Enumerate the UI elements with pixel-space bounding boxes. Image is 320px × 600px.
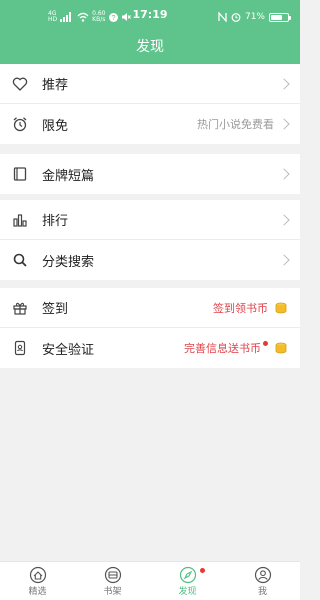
row-right: 热门小说免费看 bbox=[197, 116, 290, 132]
battery-percent: 71% bbox=[244, 12, 265, 22]
menu-item-label: 限免 bbox=[42, 118, 69, 134]
tab-discover[interactable]: 发现 bbox=[150, 562, 225, 600]
row-right bbox=[278, 168, 290, 180]
tab-label: 精选 bbox=[28, 586, 47, 597]
chevron-right-icon bbox=[278, 168, 290, 180]
chevron-right-icon bbox=[278, 213, 290, 226]
bar-chart-icon bbox=[12, 212, 28, 228]
tab-featured[interactable]: 精选 bbox=[0, 562, 75, 600]
phone-icon bbox=[12, 340, 28, 356]
tab-label: 书架 bbox=[103, 586, 122, 597]
chevron-right-icon bbox=[278, 77, 290, 90]
header: 4G HD 0.60 KB/s ? 17:19 71% 发现 bbox=[0, 0, 300, 64]
bookshelf-icon bbox=[104, 566, 121, 583]
menu-item-label: 金牌短篇 bbox=[42, 168, 95, 184]
row-right bbox=[278, 254, 290, 266]
menu-item-ranking[interactable]: 排行 bbox=[0, 200, 300, 240]
menu-item-label: 分类搜索 bbox=[42, 254, 95, 270]
row-right: 签到领书币 bbox=[213, 300, 288, 316]
nfc-icon bbox=[218, 12, 227, 22]
search-icon bbox=[12, 252, 28, 268]
menu-item-label: 推荐 bbox=[42, 78, 69, 93]
menu-item-security-verify[interactable]: 安全验证 完善信息送书币 bbox=[0, 328, 300, 368]
menu-group-1: 推荐 限免 热门小说免费看 bbox=[0, 64, 300, 144]
home-icon bbox=[29, 566, 46, 583]
menu-item-label: 签到 bbox=[42, 302, 69, 317]
checkin-reward-text: 签到领书币 bbox=[213, 301, 268, 315]
menu-group-3: 排行 分类搜索 bbox=[0, 200, 300, 280]
compass-icon bbox=[179, 566, 196, 583]
gift-icon bbox=[12, 300, 28, 316]
menu-item-label: 安全验证 bbox=[42, 342, 95, 358]
chevron-right-icon bbox=[278, 254, 290, 266]
row-right: 完善信息送书币 bbox=[184, 340, 288, 356]
row-right bbox=[278, 213, 290, 226]
menu-item-category-search[interactable]: 分类搜索 bbox=[0, 240, 300, 280]
user-icon bbox=[254, 566, 271, 583]
row-right bbox=[278, 77, 290, 90]
battery-icon bbox=[269, 12, 291, 22]
heart-icon bbox=[12, 76, 28, 92]
alarm-clock-icon bbox=[12, 116, 28, 132]
verify-reward-text: 完善信息送书币 bbox=[184, 342, 261, 355]
menu-item-gold-short[interactable]: 金牌短篇 bbox=[0, 154, 300, 194]
tab-notification-dot bbox=[200, 568, 205, 573]
notification-dot bbox=[263, 340, 268, 346]
coins-icon bbox=[274, 301, 288, 315]
page-title: 发现 bbox=[136, 39, 164, 55]
alarm-icon bbox=[231, 13, 241, 22]
menu-item-checkin[interactable]: 签到 签到领书币 bbox=[0, 288, 300, 328]
tab-me[interactable]: 我 bbox=[225, 562, 300, 600]
tab-bookshelf[interactable]: 书架 bbox=[75, 562, 150, 600]
coins-icon bbox=[274, 341, 288, 355]
status-bar: 4G HD 0.60 KB/s ? 17:19 71% bbox=[0, 0, 300, 32]
free-hint-text: 热门小说免费看 bbox=[197, 118, 274, 131]
menu-item-free[interactable]: 限免 热门小说免费看 bbox=[0, 104, 300, 144]
menu-item-label: 排行 bbox=[42, 214, 69, 229]
menu-group-2: 金牌短篇 bbox=[0, 154, 300, 194]
status-right: 71% bbox=[218, 8, 291, 26]
chevron-right-icon bbox=[278, 118, 290, 130]
battery-fill bbox=[271, 14, 282, 20]
menu-item-recommend[interactable]: 推荐 bbox=[0, 64, 300, 104]
tab-label: 发现 bbox=[178, 586, 197, 597]
menu-group-4: 签到 签到领书币 安全验证 完善信息送书币 bbox=[0, 288, 300, 368]
bottom-tab-bar: 精选 书架 发现 我 bbox=[0, 561, 300, 600]
book-icon bbox=[12, 166, 28, 182]
tab-label: 我 bbox=[257, 586, 267, 597]
